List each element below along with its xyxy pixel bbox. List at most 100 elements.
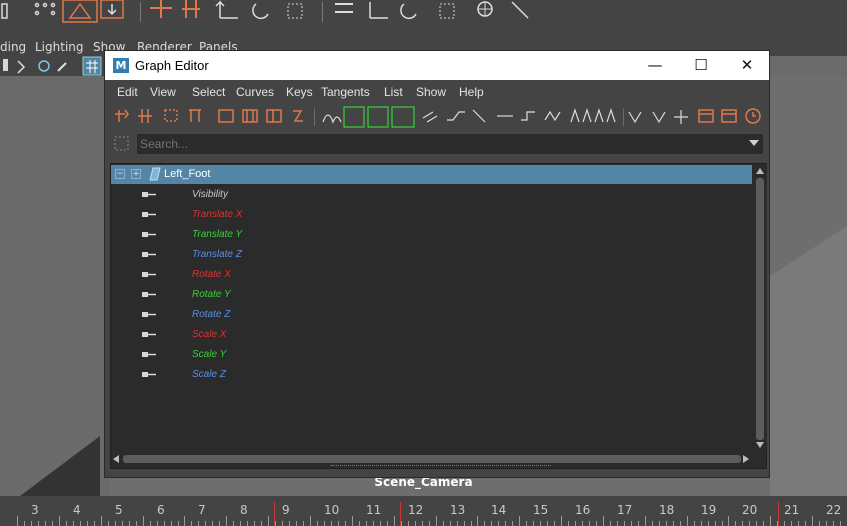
timeline-tick: [833, 521, 834, 526]
timeline-tick: [638, 521, 639, 526]
vertical-scrollbar[interactable]: [754, 164, 767, 450]
menu-tangents[interactable]: Tangents: [321, 85, 370, 99]
timeline-tick: [352, 516, 353, 526]
scroll-right-icon[interactable]: [743, 455, 749, 463]
timeline-tick: [191, 521, 192, 526]
timeline-tick: [561, 516, 562, 526]
timeline-tick: [812, 516, 813, 526]
attribute-label: Scale X: [192, 329, 227, 340]
maximize-button[interactable]: ☐: [678, 51, 724, 80]
pane-resize-handle[interactable]: [331, 465, 551, 467]
filter-icon[interactable]: [113, 135, 131, 153]
timeline-tick: [728, 516, 729, 526]
timeline-tick: [359, 521, 360, 526]
timeline-frame-label: 19: [701, 503, 717, 517]
timeline-tick: [791, 521, 792, 526]
timeline-tick: [547, 521, 548, 526]
timeline-tick: [673, 521, 674, 526]
timeline-frame-label: 6: [157, 503, 165, 517]
timeline-frame-label: 4: [73, 503, 81, 517]
timeline-tick: [805, 521, 806, 526]
attribute-row[interactable]: Rotate Z: [111, 305, 752, 325]
menu-select[interactable]: Select: [192, 85, 225, 99]
timeline-tick: [80, 521, 81, 526]
timeline-tick: [303, 521, 304, 526]
timeline-tick: [129, 521, 130, 526]
minimize-button[interactable]: —: [632, 51, 678, 80]
attribute-row[interactable]: Rotate X: [111, 265, 752, 285]
attribute-label: Scale Z: [192, 369, 226, 380]
timeline-tick: [394, 516, 395, 526]
timeline-tick: [610, 521, 611, 526]
expand-icon[interactable]: +: [131, 169, 141, 179]
collapse-icon[interactable]: −: [115, 169, 125, 179]
timeline-frame-label: 15: [533, 503, 549, 517]
timeline-tick: [429, 521, 430, 526]
attribute-row[interactable]: Scale Y: [111, 345, 752, 365]
timeline-tick: [708, 521, 709, 526]
timeline-tick: [108, 521, 109, 526]
timeline-tick: [715, 521, 716, 526]
vertical-scroll-thumb[interactable]: [756, 178, 764, 440]
timeline-tick: [387, 521, 388, 526]
menu-show[interactable]: Show: [416, 85, 446, 99]
timeline-tick: [66, 521, 67, 526]
scroll-up-icon[interactable]: [756, 168, 764, 174]
scroll-left-icon[interactable]: [113, 455, 119, 463]
menu-view[interactable]: View: [150, 85, 176, 99]
timeline-tick: [115, 521, 116, 526]
close-button[interactable]: ✕: [724, 51, 770, 80]
timeline-tick: [254, 521, 255, 526]
horizontal-scroll-thumb[interactable]: [123, 455, 741, 463]
attribute-row[interactable]: Translate X: [111, 205, 752, 225]
timeline-tick: [366, 521, 367, 526]
key-icon: [142, 272, 156, 277]
menu-curves[interactable]: Curves: [236, 85, 274, 99]
attribute-label: Scale Y: [192, 349, 227, 360]
timeline-tick: [540, 521, 541, 526]
viewport-tool-icons[interactable]: [0, 56, 108, 76]
attribute-row[interactable]: Visibility: [111, 185, 752, 205]
timeline-tick: [519, 516, 520, 526]
chevron-down-icon[interactable]: [749, 140, 759, 146]
attribute-row[interactable]: Rotate Y: [111, 285, 752, 305]
attribute-row[interactable]: Translate Z: [111, 245, 752, 265]
timeline-tick: [568, 521, 569, 526]
timeline-tick: [443, 521, 444, 526]
graph-editor-menubar: Edit View Select Curves Keys Tangents Li…: [105, 80, 769, 104]
search-input[interactable]: [137, 134, 763, 154]
key-marker: [274, 502, 275, 526]
key-icon: [142, 332, 156, 337]
timeline-tick: [694, 521, 695, 526]
timeline-frame-label: 7: [198, 503, 206, 517]
time-slider[interactable]: 3 4 5 6 7 8 9 10 11 12 13 14 15 16 17 18 19 20 21 22: [0, 496, 847, 526]
timeline-frame-label: 21: [784, 503, 800, 517]
title-bar[interactable]: M Graph Editor — ☐ ✕: [105, 51, 769, 80]
timeline-tick: [784, 521, 785, 526]
shelf-icons[interactable]: [0, 0, 847, 26]
menu-list[interactable]: List: [384, 85, 403, 99]
toolbar-icons[interactable]: [105, 104, 769, 130]
timeline-tick: [484, 521, 485, 526]
menu-lighting[interactable]: Lighting: [35, 40, 84, 54]
timeline-tick: [526, 521, 527, 526]
menu-keys[interactable]: Keys: [286, 85, 313, 99]
timeline-tick: [554, 521, 555, 526]
menu-edit[interactable]: Edit: [117, 85, 138, 99]
attribute-row[interactable]: Scale Z: [111, 365, 752, 385]
timeline-frame-label: 10: [324, 503, 340, 517]
timeline-tick: [59, 516, 60, 526]
timeline-tick: [268, 516, 269, 526]
scroll-down-icon[interactable]: [756, 442, 764, 448]
menu-shading-partial[interactable]: ding: [0, 40, 26, 54]
attribute-row[interactable]: Translate Y: [111, 225, 752, 245]
menu-help[interactable]: Help: [459, 85, 484, 99]
outliner-node-row[interactable]: − + Left_Foot: [111, 165, 752, 184]
timeline-tick: [617, 521, 618, 526]
horizontal-scrollbar[interactable]: [111, 452, 752, 466]
timeline-tick: [491, 521, 492, 526]
key-icon: [142, 252, 156, 257]
timeline-tick: [282, 521, 283, 526]
attribute-row[interactable]: Scale X: [111, 325, 752, 345]
timeline-tick: [17, 516, 18, 526]
